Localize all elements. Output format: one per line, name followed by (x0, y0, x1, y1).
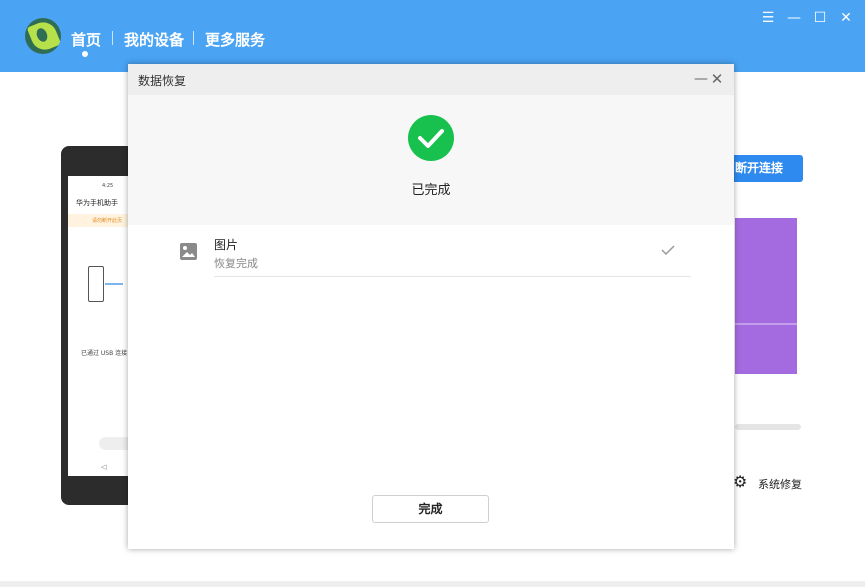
done-button[interactable]: 完成 (372, 495, 489, 523)
nav-my-devices[interactable]: 我的设备 (124, 29, 184, 50)
phone-app-name: 华为手机助手 (76, 199, 118, 207)
progress-bar (735, 424, 801, 430)
promo-banner[interactable] (735, 218, 797, 374)
usb-cable-icon (105, 283, 123, 285)
app-logo-icon (25, 18, 61, 54)
app-header: 首页 我的设备 更多服务 ☰ — ☐ ✕ (0, 0, 865, 72)
nav-separator (193, 31, 194, 45)
nav-separator (112, 31, 113, 45)
nav-home[interactable]: 首页 (71, 29, 101, 50)
phone-screen: 4:25 华为手机助手 请勿断开此页 已通过 USB 连接 ◁ (68, 176, 130, 476)
data-restore-dialog: 数据恢复 — ✕ 已完成 图片 恢复完成 完成 (128, 64, 734, 549)
minimize-icon[interactable]: — (785, 9, 803, 27)
nav-active-indicator (82, 51, 88, 57)
dialog-close-icon[interactable]: ✕ (710, 70, 724, 88)
item-done-check-icon (661, 245, 675, 256)
phone-tip-text: 请勿断开此页 (92, 218, 123, 224)
bottom-bar (0, 581, 865, 587)
image-icon (180, 243, 197, 260)
phone-button (99, 437, 130, 450)
nav-more-services[interactable]: 更多服务 (205, 29, 265, 50)
phone-status-time: 4:25 (102, 183, 114, 189)
success-check-icon (408, 115, 454, 161)
restore-status-text: 已完成 (411, 183, 451, 198)
gear-icon[interactable]: ⚙ (733, 474, 749, 490)
phone-illustration-icon (88, 266, 104, 302)
maximize-icon[interactable]: ☐ (811, 9, 829, 27)
phone-back-icon: ◁ (101, 463, 107, 471)
banner-decoration (735, 323, 797, 376)
phone-connected-text: 已通过 USB 连接 (81, 350, 128, 357)
dialog-title: 数据恢复 (138, 74, 187, 88)
restore-item-status: 恢复完成 (214, 257, 258, 270)
item-divider (214, 276, 691, 277)
dialog-minimize-icon[interactable]: — (694, 70, 708, 88)
dialog-title-bar: 数据恢复 — ✕ (128, 64, 734, 95)
system-repair-link[interactable]: 系统修复 (758, 476, 802, 492)
disconnect-button[interactable]: 断开连接 (733, 155, 803, 182)
phone-tip-bar: 请勿断开此页 (68, 214, 130, 227)
close-icon[interactable]: ✕ (837, 9, 855, 27)
restore-item-name: 图片 (214, 238, 239, 252)
menu-icon[interactable]: ☰ (759, 9, 777, 27)
